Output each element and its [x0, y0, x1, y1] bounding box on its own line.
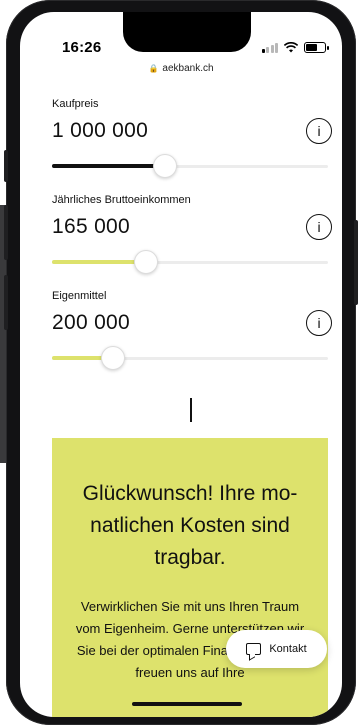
field-eigenmittel: Eigenmittel 200 000 i: [52, 290, 332, 370]
info-button[interactable]: i: [306, 310, 332, 336]
home-indicator[interactable]: [132, 702, 242, 706]
contact-button[interactable]: Kontakt: [226, 630, 327, 668]
slider-thumb[interactable]: [100, 346, 125, 370]
field-value[interactable]: 165 000: [52, 215, 332, 239]
field-bruttoeinkommen: Jährliches Bruttoeinkommen 165 000 i: [52, 194, 332, 274]
slider-fill: [52, 260, 146, 264]
field-value[interactable]: 1 000 000: [52, 119, 332, 143]
text-cursor: [190, 398, 192, 422]
lock-icon: 🔒: [148, 63, 159, 73]
status-icons: [261, 42, 329, 53]
field-kaufpreis: Kaufpreis 1 000 000 i: [52, 98, 332, 178]
slider-thumb[interactable]: [133, 250, 158, 274]
signal-icon: [261, 42, 278, 53]
result-title: Glückwunsch! Ihre mo-natlichen Kosten si…: [82, 482, 298, 569]
eigenmittel-slider[interactable]: [52, 346, 328, 370]
volume-up-button: [4, 205, 8, 260]
info-button[interactable]: i: [306, 118, 332, 144]
mute-switch: [4, 150, 8, 182]
screen: 16:26 🔒 aekbank.ch Kaufpreis 1 000 000 i: [20, 12, 342, 717]
battery-icon: [304, 42, 329, 53]
info-button[interactable]: i: [306, 214, 332, 240]
slider-fill: [52, 164, 166, 168]
status-bar: 16:26: [20, 12, 342, 58]
status-time: 16:26: [62, 39, 102, 56]
field-label: Kaufpreis: [52, 98, 99, 110]
kaufpreis-slider[interactable]: [52, 154, 328, 178]
address-bar[interactable]: 🔒 aekbank.ch: [20, 58, 342, 78]
chat-icon: [246, 643, 262, 655]
result-card: Glückwunsch! Ihre mo-natlichen Kosten si…: [52, 438, 328, 717]
slider-thumb[interactable]: [153, 154, 178, 178]
contact-label: Kontakt: [269, 643, 307, 655]
dynamic-island: [123, 12, 251, 52]
volume-down-button: [4, 275, 8, 330]
wifi-icon: [284, 42, 298, 53]
phone-frame: 16:26 🔒 aekbank.ch Kaufpreis 1 000 000 i: [4, 0, 358, 725]
field-value[interactable]: 200 000: [52, 311, 332, 335]
bruttoeinkommen-slider[interactable]: [52, 250, 328, 274]
field-label: Jährliches Bruttoeinkommen: [52, 194, 191, 206]
power-button: [354, 220, 358, 305]
url-text: aekbank.ch: [162, 62, 214, 74]
field-label: Eigenmittel: [52, 290, 107, 302]
